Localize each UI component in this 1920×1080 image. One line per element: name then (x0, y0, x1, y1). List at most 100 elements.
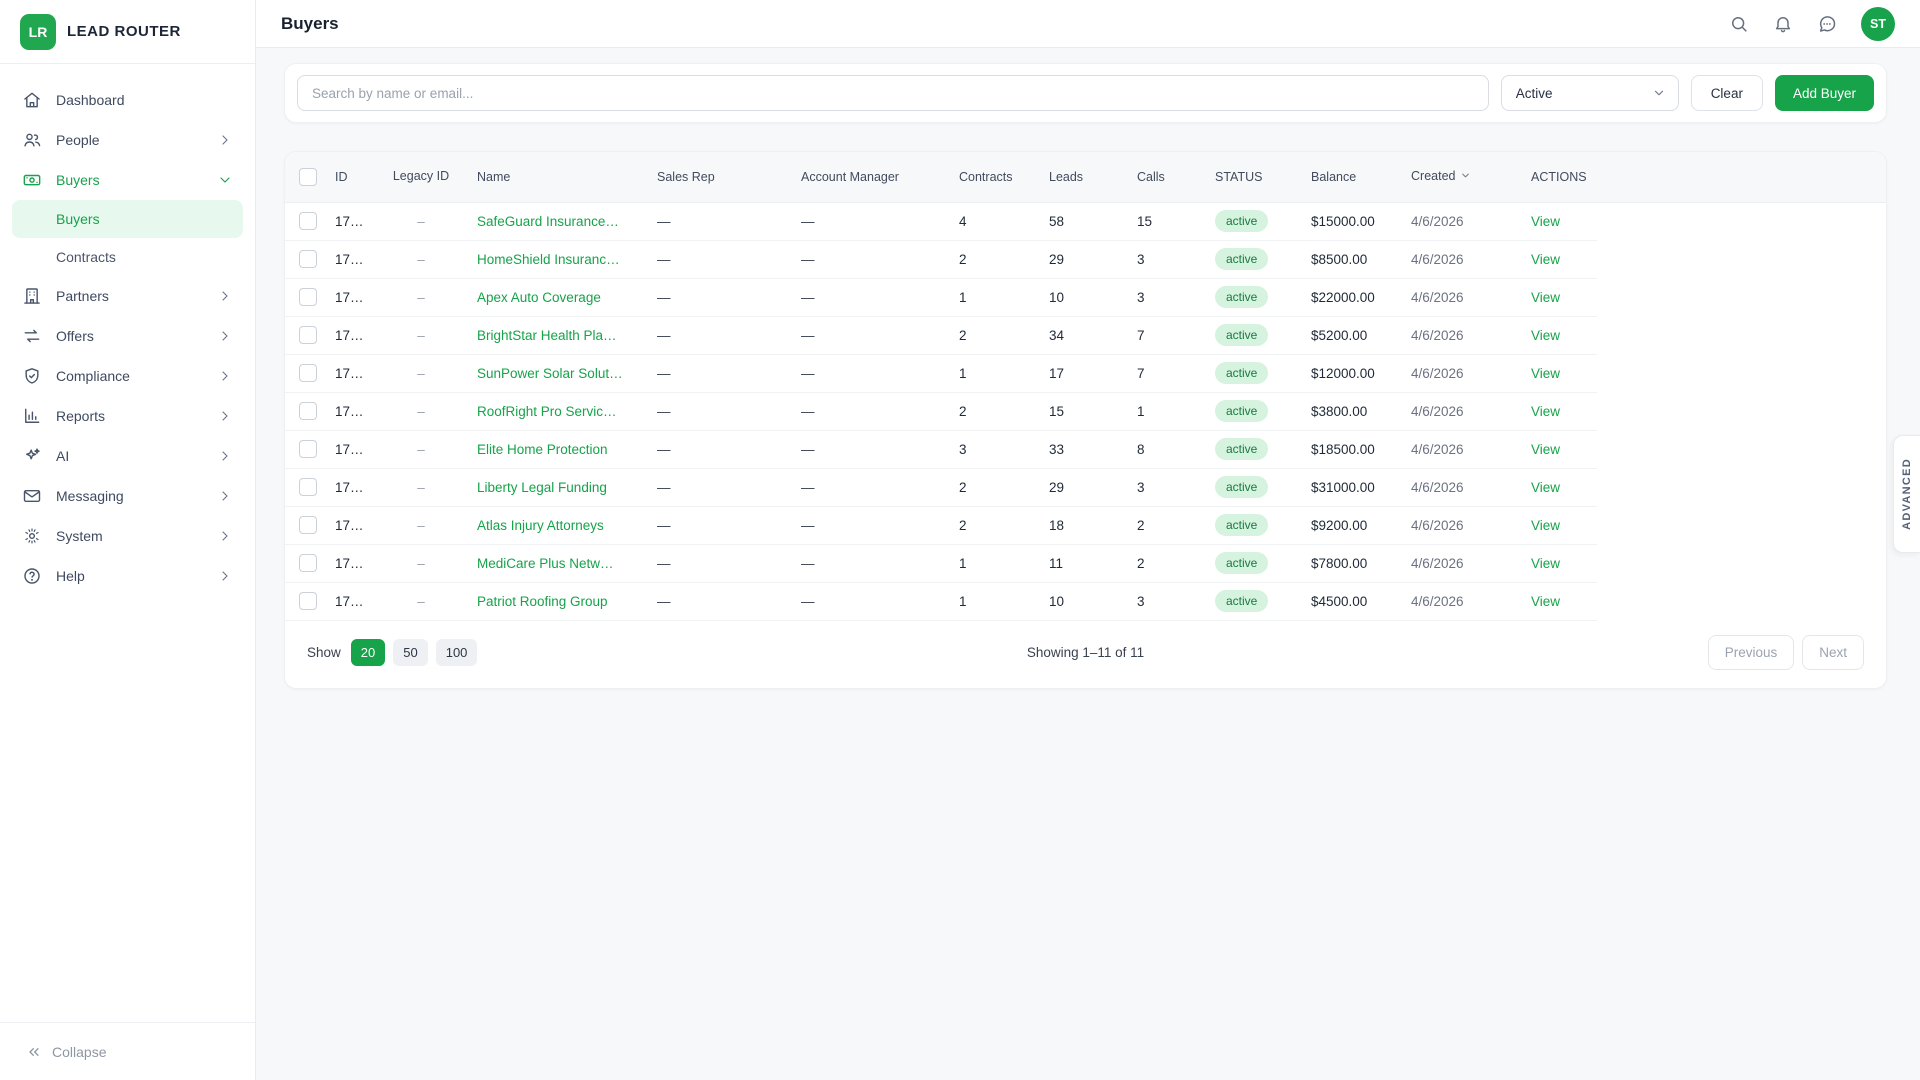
sidebar-subitem-buyers[interactable]: Buyers (12, 200, 243, 238)
topbar: Buyers ST (256, 0, 1920, 48)
sales-rep: — (641, 544, 785, 582)
table-row: 17… – SunPower Solar Solut… — — 1 17 7 a… (285, 354, 1886, 392)
banknote-icon (22, 170, 42, 190)
next-page-button[interactable]: Next (1802, 635, 1864, 670)
brand-name: LEAD ROUTER (67, 23, 181, 40)
sidebar-item-people[interactable]: People (12, 120, 243, 160)
buyer-name-link[interactable]: SunPower Solar Solut… (477, 366, 623, 381)
sidebar-item-dashboard[interactable]: Dashboard (12, 80, 243, 120)
sidebar-item-system[interactable]: System (12, 516, 243, 556)
sidebar-item-help[interactable]: Help (12, 556, 243, 596)
buyer-name-link[interactable]: MediCare Plus Netw… (477, 556, 614, 571)
sidebar-item-label: Help (56, 568, 203, 584)
messages-chat-icon[interactable] (1817, 14, 1837, 34)
buyer-name-link[interactable]: SafeGuard Insurance… (477, 214, 619, 229)
page-size-100-button[interactable]: 100 (436, 639, 478, 666)
contracts-count: 1 (943, 278, 1033, 316)
balance-value: $31000.00 (1311, 480, 1375, 495)
sales-rep: — (641, 430, 785, 468)
status-filter-select[interactable]: Active (1501, 75, 1679, 111)
select-all-checkbox[interactable] (299, 168, 317, 186)
row-checkbox[interactable] (299, 326, 317, 344)
buyer-name-link[interactable]: Atlas Injury Attorneys (477, 518, 604, 533)
row-checkbox[interactable] (299, 478, 317, 496)
sales-rep: — (641, 202, 785, 240)
advanced-tab-label: ADVANCED (1901, 458, 1913, 530)
buyer-name-link[interactable]: RoofRight Pro Servic… (477, 404, 617, 419)
sidebar-item-compliance[interactable]: Compliance (12, 356, 243, 396)
legacy-id: – (381, 544, 461, 582)
search-icon[interactable] (1729, 14, 1749, 34)
view-button[interactable]: View (1531, 252, 1560, 267)
account-manager: — (785, 544, 943, 582)
buyer-id: 17… (335, 518, 364, 533)
chevron-right-icon (217, 568, 233, 584)
buyer-name-link[interactable]: Liberty Legal Funding (477, 480, 607, 495)
created-date: 4/6/2026 (1395, 468, 1515, 506)
view-button[interactable]: View (1531, 442, 1560, 457)
buyer-name-link[interactable]: Apex Auto Coverage (477, 290, 601, 305)
sidebar-item-reports[interactable]: Reports (12, 396, 243, 436)
row-checkbox[interactable] (299, 440, 317, 458)
row-checkbox[interactable] (299, 250, 317, 268)
view-button[interactable]: View (1531, 518, 1560, 533)
sidebar-nav: DashboardPeopleBuyersBuyersContractsPart… (0, 64, 255, 1022)
row-checkbox[interactable] (299, 516, 317, 534)
row-checkbox[interactable] (299, 402, 317, 420)
pagination-bar: Show 2050100 Showing 1–11 of 11 Previous… (285, 621, 1886, 688)
view-button[interactable]: View (1531, 290, 1560, 305)
view-button[interactable]: View (1531, 480, 1560, 495)
buyer-name-link[interactable]: HomeShield Insuranc… (477, 252, 620, 267)
view-button[interactable]: View (1531, 594, 1560, 609)
sidebar-item-partners[interactable]: Partners (12, 276, 243, 316)
column-header-status: STATUS (1199, 152, 1295, 202)
calls-count: 3 (1121, 582, 1199, 620)
row-checkbox[interactable] (299, 288, 317, 306)
sidebar-item-messaging[interactable]: Messaging (12, 476, 243, 516)
status-badge: active (1215, 362, 1268, 384)
row-checkbox[interactable] (299, 592, 317, 610)
view-button[interactable]: View (1531, 328, 1560, 343)
row-checkbox[interactable] (299, 554, 317, 572)
show-label: Show (307, 645, 341, 660)
view-button[interactable]: View (1531, 556, 1560, 571)
view-button[interactable]: View (1531, 366, 1560, 381)
sidebar: LR LEAD ROUTER DashboardPeopleBuyersBuye… (0, 0, 256, 1080)
sales-rep: — (641, 392, 785, 430)
buyer-name-link[interactable]: Elite Home Protection (477, 442, 608, 457)
view-button[interactable]: View (1531, 404, 1560, 419)
user-avatar[interactable]: ST (1861, 7, 1895, 41)
contracts-count: 4 (943, 202, 1033, 240)
page-size-50-button[interactable]: 50 (393, 639, 427, 666)
notifications-bell-icon[interactable] (1773, 14, 1793, 34)
sidebar-item-offers[interactable]: Offers (12, 316, 243, 356)
search-input[interactable] (297, 75, 1489, 111)
contracts-count: 3 (943, 430, 1033, 468)
clear-filters-button[interactable]: Clear (1691, 75, 1763, 111)
status-badge: active (1215, 438, 1268, 460)
add-buyer-button[interactable]: Add Buyer (1775, 75, 1874, 111)
created-date: 4/6/2026 (1395, 430, 1515, 468)
column-header-actions: ACTIONS (1515, 152, 1597, 202)
row-checkbox[interactable] (299, 212, 317, 230)
collapse-sidebar-button[interactable]: Collapse (26, 1044, 106, 1060)
column-header-sales-rep: Sales Rep (641, 152, 785, 202)
buyer-name-link[interactable]: Patriot Roofing Group (477, 594, 608, 609)
sidebar-subitem-contracts[interactable]: Contracts (12, 238, 243, 276)
sidebar-item-ai[interactable]: AI (12, 436, 243, 476)
advanced-panel-tab[interactable]: ADVANCED (1893, 435, 1920, 553)
contracts-count: 2 (943, 506, 1033, 544)
page-size-20-button[interactable]: 20 (351, 639, 385, 666)
calls-count: 7 (1121, 316, 1199, 354)
legacy-id: – (381, 506, 461, 544)
buyer-id: 17… (335, 404, 364, 419)
buyer-name-link[interactable]: BrightStar Health Pla… (477, 328, 617, 343)
previous-page-button[interactable]: Previous (1708, 635, 1795, 670)
view-button[interactable]: View (1531, 214, 1560, 229)
created-date: 4/6/2026 (1395, 392, 1515, 430)
row-checkbox[interactable] (299, 364, 317, 382)
sidebar-item-buyers[interactable]: Buyers (12, 160, 243, 200)
sparkles-icon (22, 446, 42, 466)
balance-value: $12000.00 (1311, 366, 1375, 381)
column-header-created[interactable]: Created (1395, 152, 1515, 202)
